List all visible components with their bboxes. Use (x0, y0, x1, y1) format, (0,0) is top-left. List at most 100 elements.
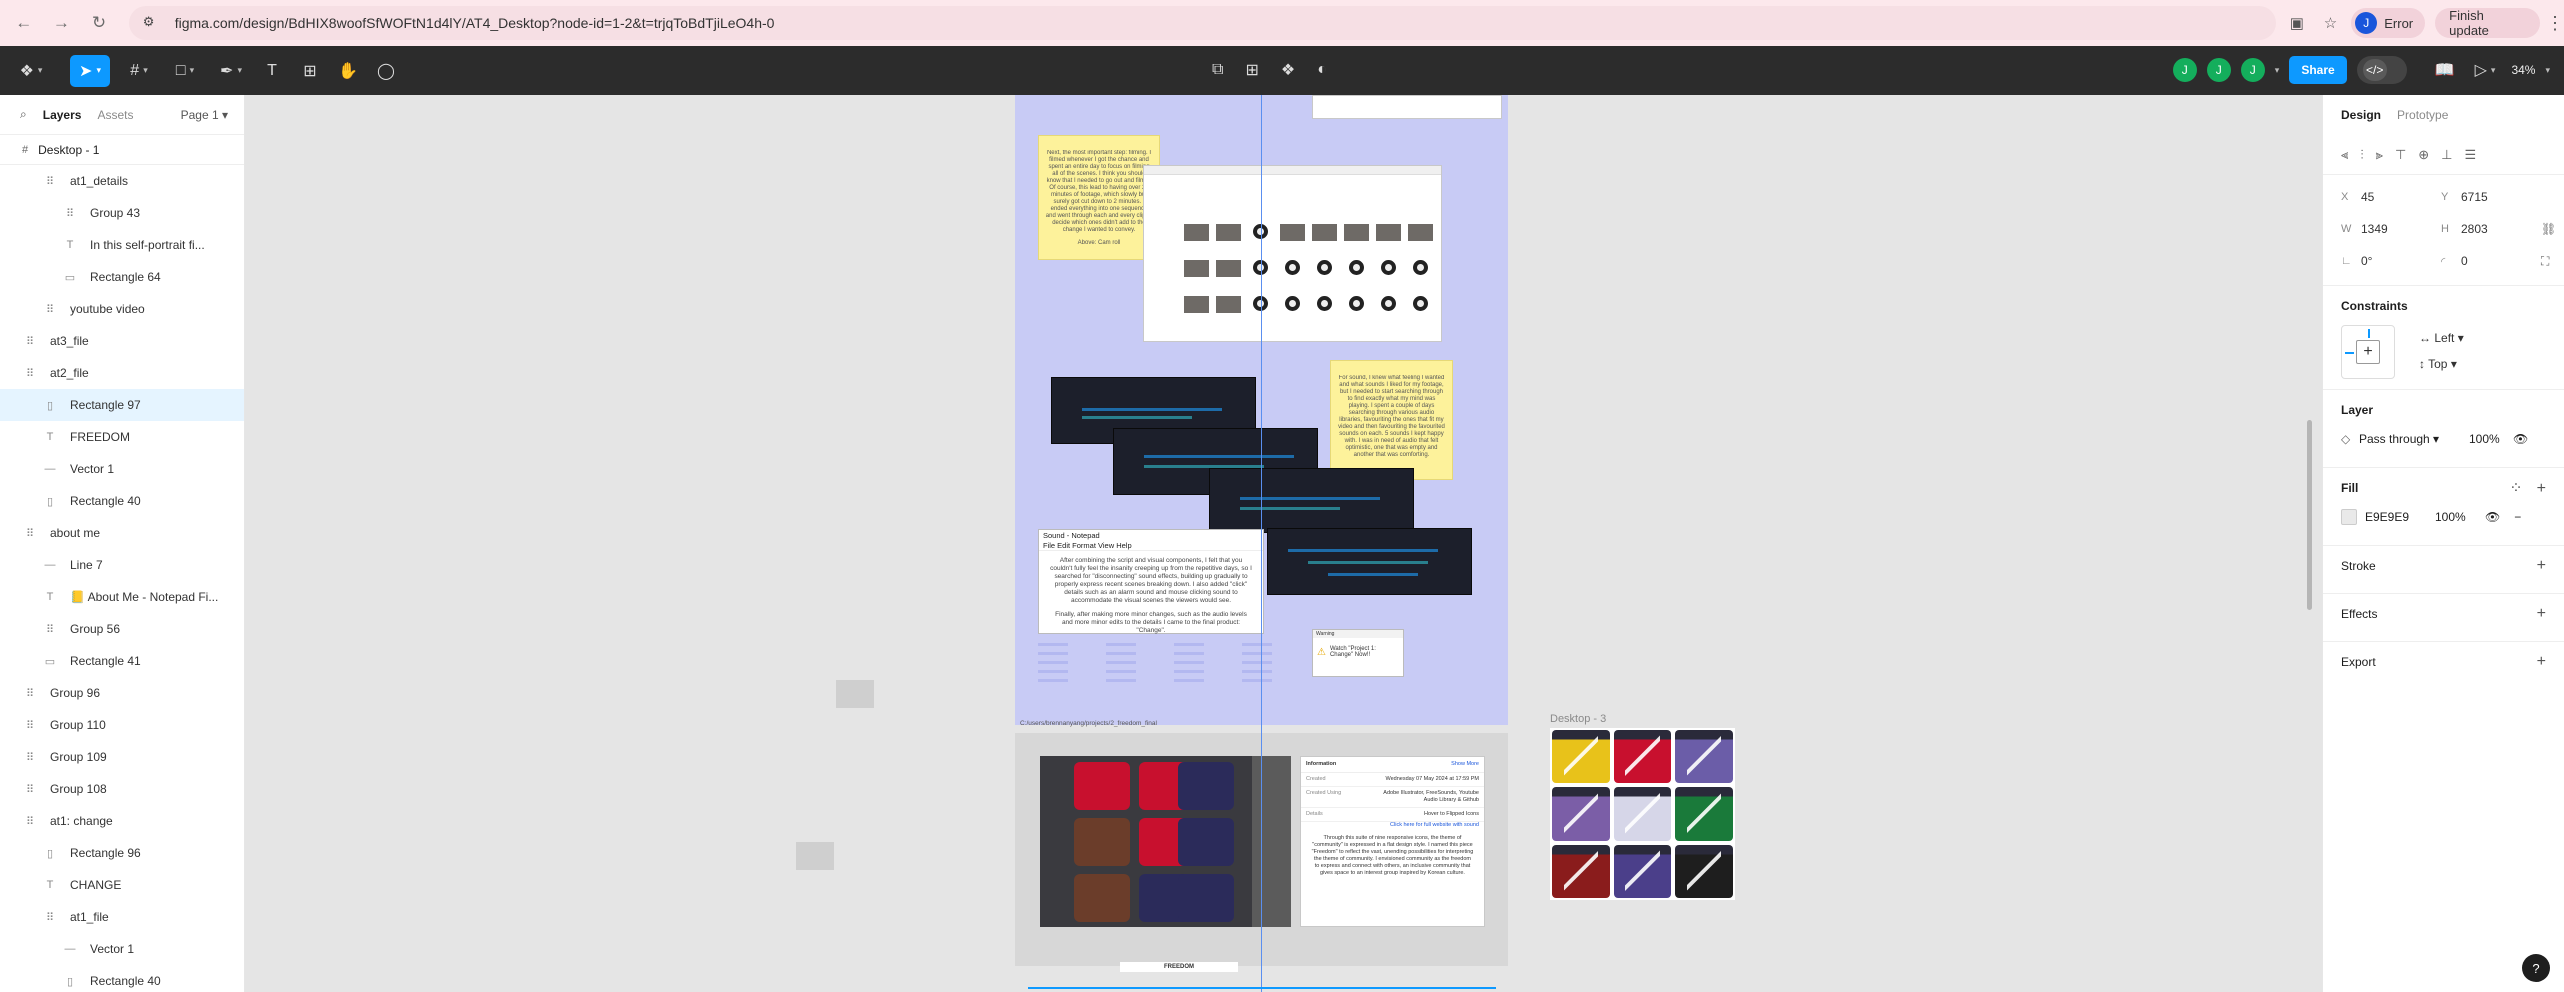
distribute-icon[interactable]: ☰ (2465, 147, 2477, 163)
more-menu-icon[interactable]: ⋮ (2546, 13, 2564, 34)
blend-mode-select[interactable]: Pass through ▾ (2359, 432, 2469, 446)
constraints-widget[interactable]: + (2341, 325, 2395, 379)
comment-tool-icon[interactable]: ◯ (372, 55, 400, 87)
constraint-vertical[interactable]: ↕ Top ▾ (2419, 357, 2457, 371)
width-input[interactable]: 1349 (2361, 222, 2441, 236)
rotation-input[interactable]: 0° (2361, 254, 2441, 268)
layer-row[interactable]: T In this self-portrait fi... (0, 229, 244, 261)
main-menu-icon[interactable]: ❖ ▾ (14, 55, 48, 87)
reload-icon[interactable]: ↻ (85, 9, 113, 37)
layer-opacity-input[interactable]: 100% (2469, 432, 2513, 446)
layer-row[interactable]: ▯ Rectangle 40 (0, 965, 244, 992)
fill-opacity-input[interactable]: 100% (2435, 510, 2485, 524)
finish-update-button[interactable]: Finish update (2435, 8, 2541, 38)
layer-row[interactable]: ▯ Rectangle 40 (0, 485, 244, 517)
resources-icon[interactable]: ⊞ (296, 55, 324, 87)
library-icon[interactable]: 📖 (2435, 54, 2455, 86)
frame-row[interactable]: # Desktop - 1 (0, 135, 244, 165)
layer-row[interactable]: ⠿ at1_file (0, 901, 244, 933)
layer-row[interactable]: ⠿ at1_details (0, 165, 244, 197)
chevron-down-icon[interactable]: ▾ (2545, 65, 2550, 76)
crop-icon[interactable]: ⧉ (1212, 54, 1223, 86)
align-bottom-icon[interactable]: ⊥ (2441, 147, 2452, 163)
site-settings-icon[interactable]: ⚙ (143, 14, 161, 32)
hand-tool-icon[interactable]: ✋ (334, 55, 362, 87)
layer-row[interactable]: ⠿ Group 43 (0, 197, 244, 229)
height-input[interactable]: 2803 (2461, 222, 2541, 236)
present-icon[interactable]: ▷ ▾ (2475, 54, 2496, 86)
tab-layers[interactable]: Layers (43, 108, 82, 122)
tab-prototype[interactable]: Prototype (2397, 108, 2448, 122)
layer-row[interactable]: — Vector 1 (0, 453, 244, 485)
layer-row[interactable]: ▯ Rectangle 97 (0, 389, 244, 421)
layer-row[interactable]: ⠿ at1: change (0, 805, 244, 837)
design-canvas[interactable]: Next, the most important step: filming. … (245, 95, 2322, 992)
collaborator-avatar[interactable]: J (2240, 58, 2265, 82)
zoom-level[interactable]: 34% (2511, 63, 2535, 77)
eye-icon[interactable]: 👁 (2485, 510, 2500, 524)
forward-icon[interactable]: → (48, 9, 76, 37)
align-top-icon[interactable]: ⊤ (2395, 147, 2406, 163)
pen-tool-icon[interactable]: ✒ ▾ (214, 55, 248, 87)
collaborator-avatar[interactable]: J (2172, 58, 2197, 82)
layer-row[interactable]: T CHANGE (0, 869, 244, 901)
help-button[interactable]: ? (2522, 954, 2550, 982)
layer-row[interactable]: ⠿ Group 109 (0, 741, 244, 773)
layer-row[interactable]: ▭ Rectangle 41 (0, 645, 244, 677)
tab-design[interactable]: Design (2341, 108, 2381, 122)
desktop-3-label[interactable]: Desktop - 3 (1550, 713, 1606, 725)
layer-row[interactable]: ⠿ Group 96 (0, 677, 244, 709)
add-effect-icon[interactable]: + (2537, 605, 2546, 623)
screenshot-icon[interactable]: ▣ (2284, 10, 2310, 36)
back-icon[interactable]: ← (10, 9, 38, 37)
remove-fill-icon[interactable]: − (2514, 510, 2521, 524)
add-export-icon[interactable]: + (2537, 653, 2546, 671)
shape-tool-icon[interactable]: □ ▾ (168, 55, 202, 87)
style-grid-icon[interactable]: ⁘ (2509, 480, 2522, 497)
profile-error-chip[interactable]: J Error (2351, 8, 2426, 38)
constraint-horizontal[interactable]: ↔ Left ▾ (2419, 331, 2464, 345)
layer-row[interactable]: T 📒 About Me - Notepad Fi... (0, 581, 244, 613)
align-center-h-icon[interactable]: ⫶ (2360, 147, 2363, 163)
desktop-3-frame[interactable] (1550, 728, 1735, 900)
layer-row[interactable]: T FREEDOM (0, 421, 244, 453)
layer-row[interactable]: ⠿ Group 56 (0, 613, 244, 645)
layer-row[interactable]: — Line 7 (0, 549, 244, 581)
dev-mode-toggle[interactable]: </> (2356, 56, 2407, 84)
search-icon[interactable]: ⌕ (20, 107, 27, 122)
website-link[interactable]: Click here for full website with sound (1301, 822, 1484, 829)
grid-layout-icon[interactable]: ⊞ (1245, 54, 1258, 86)
align-left-icon[interactable]: ⫷ (2341, 147, 2348, 163)
address-bar[interactable]: ⚙ figma.com/design/BdHIX8woofSfWOFtN1d4l… (128, 6, 2277, 40)
frame-tool-icon[interactable]: # ▾ (122, 55, 156, 87)
collaborator-avatar[interactable]: J (2206, 58, 2231, 82)
layer-row[interactable]: ⠿ Group 108 (0, 773, 244, 805)
text-tool-icon[interactable]: T (258, 55, 286, 87)
constrain-proportions-icon[interactable]: ⛓ (2541, 222, 2556, 236)
layer-row[interactable]: ⠿ youtube video (0, 293, 244, 325)
y-input[interactable]: 6715 (2461, 190, 2541, 204)
align-right-icon[interactable]: ⫸ (2376, 147, 2383, 163)
contrast-icon[interactable]: ◐ (1317, 54, 1327, 86)
layer-row[interactable]: ⠿ about me (0, 517, 244, 549)
show-more-link[interactable]: Show More (1451, 761, 1479, 768)
tab-assets[interactable]: Assets (97, 108, 133, 122)
independent-corners-icon[interactable]: ⛶ (2541, 254, 2549, 269)
x-input[interactable]: 45 (2361, 190, 2441, 204)
layer-row[interactable]: — Vector 1 (0, 933, 244, 965)
move-tool-icon[interactable]: ➤ ▾ (70, 54, 110, 87)
layer-row[interactable]: ⠿ at2_file (0, 357, 244, 389)
layer-row[interactable]: ⠿ at3_file (0, 325, 244, 357)
add-stroke-icon[interactable]: + (2537, 557, 2546, 575)
page-selector[interactable]: Page 1 ▾ (181, 108, 228, 122)
component-icon[interactable]: ❖ (1281, 54, 1295, 86)
align-center-v-icon[interactable]: ⊕ (2418, 147, 2429, 163)
fill-swatch[interactable] (2341, 509, 2357, 525)
add-fill-icon[interactable]: + (2537, 480, 2546, 497)
eye-icon[interactable]: 👁 (2513, 432, 2528, 446)
layer-row[interactable]: ▯ Rectangle 96 (0, 837, 244, 869)
vertical-scrollbar[interactable] (2307, 420, 2312, 610)
layer-row[interactable]: ▭ Rectangle 64 (0, 261, 244, 293)
radius-input[interactable]: 0 (2461, 254, 2541, 268)
chevron-down-icon[interactable]: ▾ (2275, 65, 2280, 76)
